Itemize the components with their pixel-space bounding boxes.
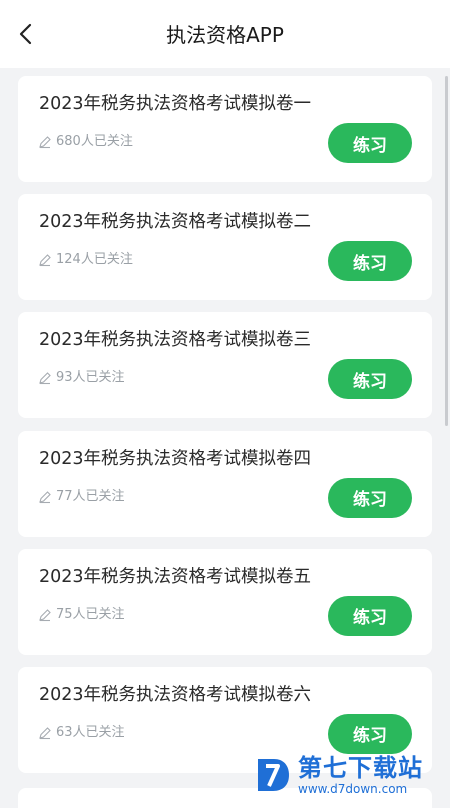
practice-button[interactable]: 练习 bbox=[328, 123, 412, 163]
follower-count: 63人已关注 bbox=[56, 724, 125, 740]
practice-button[interactable]: 练习 bbox=[328, 713, 412, 754]
page-title: 执法资格APP bbox=[166, 23, 284, 47]
exam-card[interactable]: 2023年税务执法资格考试模拟卷三 93人已关注 练习 bbox=[18, 312, 432, 419]
scrollbar[interactable] bbox=[445, 76, 448, 426]
practice-button[interactable]: 练习 bbox=[328, 359, 412, 400]
watermark-url: www.d7down.com bbox=[298, 782, 408, 796]
exam-meta: 93人已关注 bbox=[38, 370, 125, 386]
follower-count: 680人已关注 bbox=[56, 134, 133, 149]
exam-title: 2023年税务执法资格考试模拟卷六 bbox=[39, 684, 312, 705]
pen-icon bbox=[38, 253, 52, 267]
practice-button[interactable]: 练习 bbox=[328, 477, 412, 518]
practice-button[interactable]: 练习 bbox=[328, 595, 412, 636]
watermark-brand: 第七下载站 bbox=[298, 754, 423, 782]
exam-card[interactable]: 2023年税务执法资格考试模拟卷四 77人已关注 练习 bbox=[18, 430, 432, 537]
exam-list: 2023年税务执法资格考试模拟卷一 680人已关注 练习 2023年税务执法资格… bbox=[18, 76, 432, 785]
d7-logo-icon bbox=[258, 759, 289, 791]
follower-count: 75人已关注 bbox=[56, 606, 125, 622]
exam-meta: 124人已关注 bbox=[38, 252, 133, 268]
pen-icon bbox=[38, 490, 52, 504]
exam-card[interactable]: 2023年税务执法资格考试模拟卷二 124人已关注 练习 bbox=[18, 194, 432, 301]
exam-title: 2023年税务执法资格考试模拟卷一 bbox=[39, 94, 312, 114]
exam-meta: 75人已关注 bbox=[38, 607, 125, 623]
exam-title: 2023年税务执法资格考试模拟卷四 bbox=[39, 448, 312, 469]
exam-title: 2023年税务执法资格考试模拟卷五 bbox=[39, 566, 312, 587]
exam-title: 2023年税务执法资格考试模拟卷二 bbox=[39, 212, 312, 233]
exam-meta: 680人已关注 bbox=[38, 134, 133, 150]
exam-title: 2023年税务执法资格考试模拟卷三 bbox=[39, 330, 312, 351]
watermark-text: 第七下载站 www.d7down.com bbox=[298, 754, 423, 796]
pen-icon bbox=[38, 371, 52, 385]
pen-icon bbox=[38, 726, 52, 740]
pen-icon bbox=[38, 135, 52, 149]
pen-icon bbox=[38, 608, 52, 622]
exam-card[interactable]: 2023年税务执法资格考试模拟卷一 680人已关注 练习 bbox=[18, 76, 432, 182]
follower-count: 124人已关注 bbox=[56, 252, 133, 268]
exam-meta: 63人已关注 bbox=[38, 725, 125, 741]
exam-meta: 77人已关注 bbox=[38, 489, 125, 505]
watermark: 第七下载站 www.d7down.com bbox=[252, 750, 448, 800]
app-header: 执法资格APP bbox=[0, 0, 450, 68]
follower-count: 77人已关注 bbox=[56, 488, 125, 504]
practice-button[interactable]: 练习 bbox=[328, 241, 412, 282]
exam-card[interactable]: 2023年税务执法资格考试模拟卷五 75人已关注 练习 bbox=[18, 548, 432, 655]
follower-count: 93人已关注 bbox=[56, 370, 125, 386]
